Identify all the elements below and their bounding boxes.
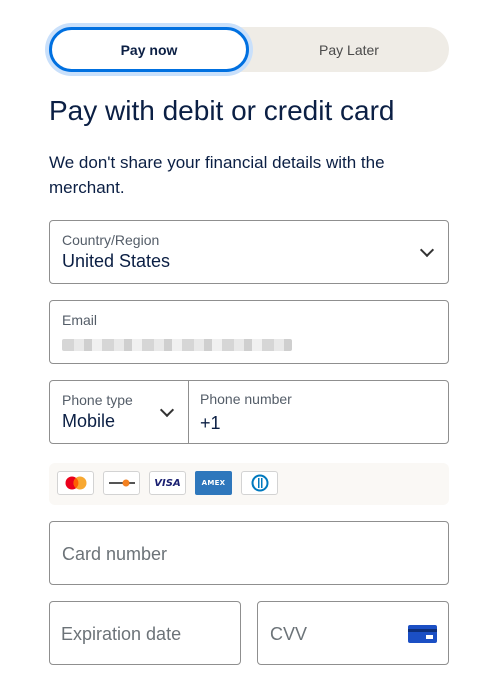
phone-number-value: +1	[200, 413, 221, 433]
discover-icon	[103, 471, 140, 495]
page-title: Pay with debit or credit card	[49, 95, 395, 126]
tab-pay-later[interactable]: Pay Later	[249, 27, 449, 72]
phone-type-select[interactable]: Phone type Mobile	[49, 380, 189, 444]
country-select[interactable]: Country/Region United States	[49, 220, 449, 284]
visa-logo-text: VISA	[154, 477, 181, 489]
email-field[interactable]: Email	[49, 300, 449, 364]
card-number-field[interactable]: Card number	[49, 521, 449, 585]
visa-icon: VISA	[149, 471, 186, 495]
chevron-down-icon	[419, 242, 435, 258]
card-number-placeholder: Card number	[62, 544, 168, 564]
expiration-date-field[interactable]: Expiration date	[49, 601, 241, 665]
email-label: Email	[62, 312, 98, 328]
country-label: Country/Region	[62, 232, 160, 248]
amex-logo-text: AMEX	[201, 479, 226, 487]
diners-club-icon	[241, 471, 278, 495]
country-value: United States	[62, 251, 171, 271]
card-cvv-box	[426, 635, 433, 639]
phone-number-field[interactable]: Phone number +1	[188, 380, 449, 444]
expiration-placeholder: Expiration date	[61, 624, 182, 644]
privacy-note: We don't share your financial details wi…	[49, 153, 385, 197]
phone-number-label: Phone number	[200, 391, 292, 407]
email-redaction	[62, 339, 292, 351]
phone-type-value: Mobile	[62, 411, 116, 431]
chevron-down-icon	[159, 402, 175, 418]
card-back-icon	[408, 625, 437, 643]
phone-type-label: Phone type	[62, 392, 133, 408]
cvv-field[interactable]: CVV	[257, 601, 449, 665]
cvv-placeholder: CVV	[270, 624, 308, 644]
card-stripe	[408, 629, 437, 632]
amex-logo: AMEX	[195, 471, 232, 495]
tab-pay-now[interactable]: Pay now	[49, 27, 249, 72]
amex-icon: AMEX	[195, 471, 232, 495]
mastercard-icon	[57, 471, 94, 495]
